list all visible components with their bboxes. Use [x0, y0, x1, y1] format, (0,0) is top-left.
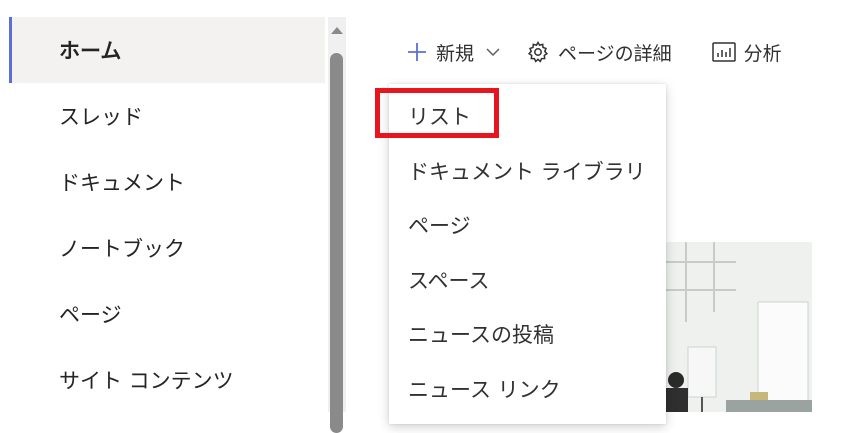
menu-item-page[interactable]: ページ: [408, 210, 471, 240]
scroll-thumb[interactable]: [330, 53, 343, 433]
menu-item-space[interactable]: スペース: [408, 265, 489, 295]
page-details-button[interactable]: ページの詳細: [526, 39, 672, 66]
news-image: [666, 242, 812, 412]
gear-icon: [526, 40, 550, 64]
plus-icon: [406, 41, 428, 63]
nav-item-label: ノートブック: [59, 237, 185, 261]
menu-item-news-post[interactable]: ニュースの投稿: [408, 319, 554, 349]
new-dropdown-menu: リスト ドキュメント ライブラリ ページ スペース ニュースの投稿 ニュース リ…: [389, 84, 666, 424]
analytics-label: 分析: [743, 42, 782, 65]
nav-scrollbar[interactable]: [328, 17, 346, 433]
nav-item-documents[interactable]: ドキュメント: [9, 149, 325, 215]
nav-list: ホーム スレッド ドキュメント ノートブック ページ サイト コンテンツ: [9, 17, 325, 413]
scroll-up-arrow-icon[interactable]: [331, 27, 343, 34]
menu-item-news-link[interactable]: ニュース リンク: [408, 374, 561, 404]
menu-item-document-library[interactable]: ドキュメント ライブラリ: [408, 156, 646, 186]
page-details-label: ページの詳細: [558, 42, 672, 65]
nav-item-label: ドキュメント: [59, 171, 185, 195]
menu-item-list[interactable]: リスト: [408, 101, 471, 131]
analytics-button[interactable]: 分析: [711, 39, 782, 66]
nav-item-pages[interactable]: ページ: [9, 281, 325, 347]
nav-item-label: ページ: [59, 303, 122, 327]
nav-item-site-contents[interactable]: サイト コンテンツ: [9, 347, 325, 413]
nav-item-threads[interactable]: スレッド: [9, 83, 325, 149]
nav-item-label: サイト コンテンツ: [59, 369, 234, 393]
nav-item-label: スレッド: [59, 105, 143, 129]
new-button[interactable]: 新規: [406, 39, 500, 66]
chevron-down-icon: [486, 47, 500, 57]
command-bar: 新規 ページの詳細 分析: [380, 30, 806, 74]
left-navigation: ホーム スレッド ドキュメント ノートブック ページ サイト コンテンツ: [0, 0, 350, 433]
nav-item-home[interactable]: ホーム: [9, 17, 325, 83]
analytics-icon: [711, 42, 736, 62]
nav-item-notebook[interactable]: ノートブック: [9, 215, 325, 281]
new-button-label: 新規: [436, 42, 475, 65]
nav-item-label: ホーム: [59, 39, 122, 63]
